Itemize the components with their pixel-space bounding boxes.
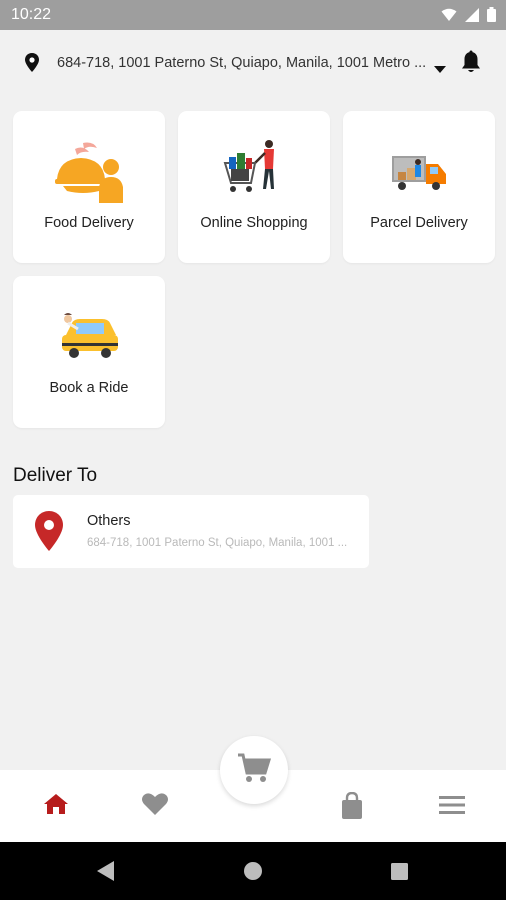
deliver-to-title: Deliver To [13,465,98,486]
food-delivery-icon [13,137,165,207]
deliver-to-address-card[interactable]: Others 684-718, 1001 Paterno St, Quiapo,… [13,495,369,568]
system-nav-bar [0,842,506,900]
wifi-icon [441,8,457,27]
signal-icon [465,7,479,27]
home-icon[interactable] [43,792,69,821]
service-card-online-shopping[interactable]: Online Shopping [178,111,330,263]
book-a-ride-icon [13,302,165,372]
bag-icon[interactable] [340,791,364,825]
online-shopping-icon [178,137,330,207]
cart-button[interactable] [220,736,288,804]
home-circle-icon[interactable] [244,862,262,885]
address-name: Others [87,513,131,529]
location-pin-icon [22,52,42,79]
location-bar[interactable]: 684-718, 1001 Paterno St, Quiapo, Manila… [0,30,506,98]
location-address[interactable]: 684-718, 1001 Paterno St, Quiapo, Manila… [57,55,427,71]
chevron-down-icon[interactable] [434,60,446,78]
menu-icon[interactable] [439,796,465,819]
service-card-book-a-ride[interactable]: Book a Ride [13,276,165,428]
service-card-parcel-delivery[interactable]: Parcel Delivery [343,111,495,263]
service-label: Online Shopping [200,215,308,231]
heart-icon[interactable] [141,792,169,821]
cart-icon [237,752,272,789]
recents-icon[interactable] [391,863,408,885]
map-pin-icon [34,510,64,557]
address-line: 684-718, 1001 Paterno St, Quiapo, Manila… [87,537,348,549]
parcel-delivery-icon [343,137,495,207]
service-label: Book a Ride [49,380,129,396]
service-label: Food Delivery [44,215,134,231]
back-icon[interactable] [97,861,115,886]
service-card-food-delivery[interactable]: Food Delivery [13,111,165,263]
status-bar: 10:22 [0,0,506,30]
service-label: Parcel Delivery [370,215,468,231]
battery-icon [487,7,496,27]
bell-icon[interactable] [459,50,483,81]
status-time: 10:22 [11,6,52,23]
